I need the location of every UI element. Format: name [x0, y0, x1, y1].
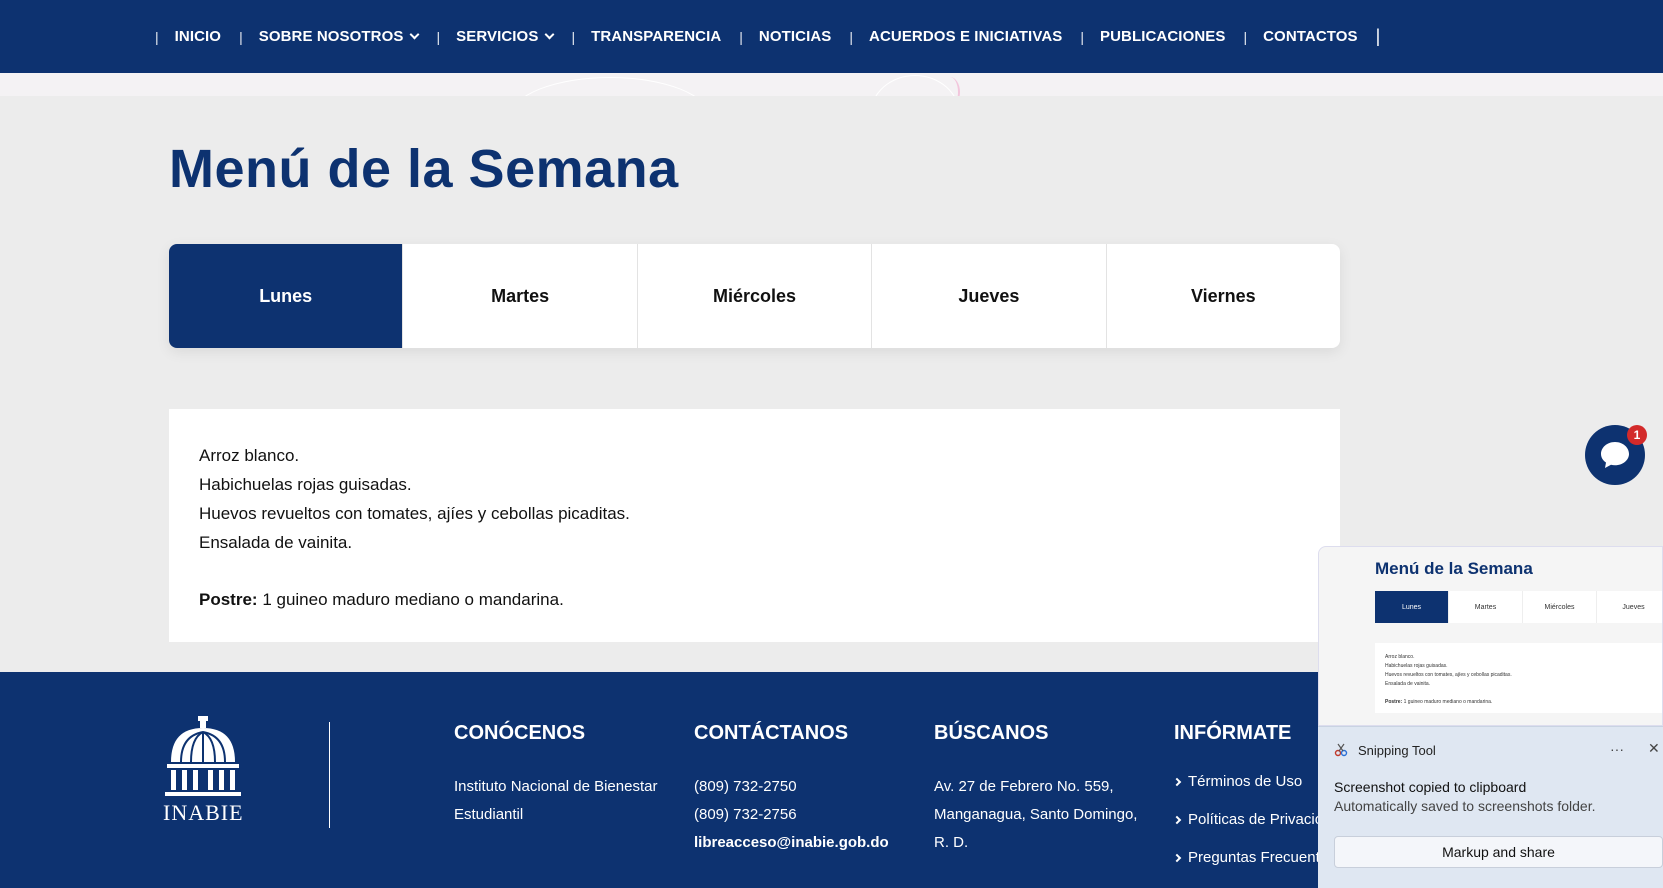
- footer-col-buscanos: BÚSCANOS Av. 27 de Febrero No. 559, Mang…: [934, 722, 1137, 857]
- nav-item-label: INICIO: [174, 28, 222, 45]
- chevron-down-icon: [544, 29, 555, 40]
- menu-line: Huevos revueltos con tomates, ajíes y ce…: [199, 504, 630, 523]
- footer-text: Instituto Nacional de Bienestar: [454, 778, 658, 795]
- nav-item-label: ACUERDOS E INICIATIVAS: [869, 28, 1063, 45]
- footer-link-terminos[interactable]: Términos de Uso: [1172, 763, 1323, 801]
- footer-heading: BÚSCANOS: [934, 722, 1049, 744]
- nav-item-transparencia[interactable]: TRANSPARENCIA: [591, 28, 721, 45]
- phone-link[interactable]: (809) 732-2756: [694, 801, 889, 829]
- snipping-tool-icon: [1334, 743, 1348, 757]
- footer-link-label: Preguntas Frecuent: [1188, 849, 1320, 866]
- footer-col-informate: INFÓRMATE Términos de Uso Políticas de P…: [1172, 722, 1324, 877]
- nav-item-label: SOBRE NOSOTROS: [258, 28, 404, 45]
- preview-dessert-line: Postre: 1 guineo maduro mediano o mandar…: [1385, 698, 1662, 707]
- email-link[interactable]: libreacceso@inabie.gob.do: [694, 829, 889, 857]
- preview-tabs: Lunes Martes Miércoles Jueves: [1375, 591, 1662, 623]
- tab-miercoles[interactable]: Miércoles: [638, 244, 873, 348]
- close-icon[interactable]: ✕: [1648, 740, 1660, 757]
- preview-tab: Martes: [1449, 591, 1523, 623]
- menu-line: Ensalada de vainita.: [199, 533, 353, 552]
- more-options-icon[interactable]: ···: [1610, 741, 1624, 757]
- nav-separator: |: [571, 28, 576, 45]
- preview-line: Ensalada de vainita.: [1385, 681, 1431, 687]
- tab-jueves[interactable]: Jueves: [872, 244, 1107, 348]
- chevron-down-icon: [410, 29, 420, 40]
- preview-dessert-text: 1 guineo maduro mediano o mandarina.: [1403, 699, 1493, 705]
- preview-line: Habichuelas rojas guisadas.: [1385, 663, 1448, 669]
- footer-text: R. D.: [934, 834, 969, 851]
- nav-separator: |: [239, 28, 243, 45]
- footer-link-preguntas[interactable]: Preguntas Frecuent: [1172, 839, 1323, 877]
- app-name: Snipping Tool: [1358, 743, 1436, 758]
- footer-heading: INFÓRMATE: [1174, 722, 1292, 744]
- preview-tab: Miércoles: [1523, 591, 1597, 623]
- nav-item-label: NOTICIAS: [758, 28, 832, 45]
- nav-item-label: CONTACTOS: [1263, 28, 1358, 45]
- preview-title: Menú de la Semana: [1375, 559, 1533, 578]
- preview-tab: Lunes: [1375, 591, 1449, 623]
- preview-line: Huevos revueltos con tomates, ajíes y ce…: [1385, 672, 1512, 678]
- nav-item-label: SERVICIOS: [456, 28, 539, 45]
- chat-icon: [1601, 442, 1629, 468]
- notification-subtitle: Automatically saved to screenshots folde…: [1334, 798, 1596, 814]
- decorative-arc: [510, 77, 710, 96]
- top-navigation: | INICIO | SOBRE NOSOTROS | SERVICIOS | …: [0, 0, 1663, 73]
- preview-panel: Arroz blanco. Habichuelas rojas guisadas…: [1375, 643, 1662, 713]
- markup-and-share-button[interactable]: Markup and share: [1334, 836, 1663, 868]
- nav-separator: |: [155, 28, 159, 45]
- menu-content-panel: Arroz blanco. Habichuelas rojas guisadas…: [169, 409, 1340, 642]
- nav-item-servicios[interactable]: SERVICIOS: [456, 28, 555, 45]
- nav-item-sobre-nosotros[interactable]: SOBRE NOSOTROS: [258, 28, 420, 45]
- footer-col-conocenos: CONÓCENOS Instituto Nacional de Bienesta…: [454, 722, 657, 829]
- nav-item-inicio[interactable]: INICIO: [175, 28, 221, 45]
- tab-viernes[interactable]: Viernes: [1107, 244, 1340, 348]
- footer-text: Estudiantil: [454, 806, 524, 823]
- chevron-right-icon: [1172, 777, 1182, 787]
- nav-separator: |: [436, 28, 441, 45]
- decorative-band: [0, 73, 1663, 96]
- inabie-logo-icon: [165, 716, 241, 796]
- decorative-arc: [940, 77, 960, 96]
- dessert-label: Postre:: [199, 590, 258, 609]
- nav-separator: |: [1375, 26, 1381, 46]
- nav-item-acuerdos[interactable]: ACUERDOS E INICIATIVAS: [869, 28, 1062, 45]
- chevron-right-icon: [1172, 853, 1182, 863]
- page-title: Menú de la Semana: [169, 139, 679, 199]
- nav-item-noticias[interactable]: NOTICIAS: [759, 28, 831, 45]
- footer-text: Manganagua, Santo Domingo,: [934, 806, 1138, 823]
- weekday-tabs: Lunes Martes Miércoles Jueves Viernes: [169, 244, 1340, 348]
- menu-line: Arroz blanco.: [199, 446, 300, 465]
- footer-link-privacidad[interactable]: Políticas de Privacio: [1172, 801, 1324, 839]
- snipping-tool-notification: Snipping Tool ··· ✕ Screenshot copied to…: [1318, 726, 1663, 888]
- footer-divider: [329, 722, 330, 828]
- nav-item-label: PUBLICACIONES: [1100, 28, 1226, 45]
- notification-title: Screenshot copied to clipboard: [1334, 779, 1527, 795]
- nav-separator: |: [1243, 28, 1248, 45]
- footer-text: Av. 27 de Febrero No. 559,: [934, 778, 1114, 795]
- chevron-right-icon: [1172, 815, 1182, 825]
- phone-link[interactable]: (809) 732-2750: [694, 773, 889, 801]
- preview-dessert-label: Postre:: [1385, 699, 1403, 705]
- preview-line: Arroz blanco.: [1385, 654, 1415, 660]
- footer-col-contactanos: CONTÁCTANOS (809) 732-2750 (809) 732-275…: [694, 722, 889, 857]
- screenshot-preview[interactable]: Menú de la Semana Lunes Martes Miércoles…: [1318, 546, 1663, 726]
- menu-line: Habichuelas rojas guisadas.: [199, 475, 412, 494]
- footer-link-label: Términos de Uso: [1188, 773, 1303, 790]
- nav-separator: |: [849, 28, 854, 45]
- nav-item-publicaciones[interactable]: PUBLICACIONES: [1100, 28, 1225, 45]
- logo-text: INABIE: [163, 800, 244, 825]
- dessert-text: 1 guineo maduro mediano o mandarina.: [262, 590, 564, 609]
- tab-martes[interactable]: Martes: [403, 244, 638, 348]
- notification-badge: 1: [1627, 425, 1647, 445]
- footer-heading: CONTÁCTANOS: [694, 722, 849, 744]
- preview-tab: Jueves: [1597, 591, 1662, 623]
- footer-heading: CONÓCENOS: [454, 722, 586, 744]
- tab-lunes[interactable]: Lunes: [169, 244, 404, 348]
- nav-item-contactos[interactable]: CONTACTOS: [1263, 28, 1358, 45]
- nav-separator: |: [1080, 28, 1084, 45]
- nav-item-label: TRANSPARENCIA: [591, 28, 722, 45]
- footer-link-label: Políticas de Privacio: [1188, 811, 1324, 828]
- nav-separator: |: [739, 28, 743, 45]
- dessert-line: Postre: 1 guineo maduro mediano o mandar…: [199, 585, 1310, 614]
